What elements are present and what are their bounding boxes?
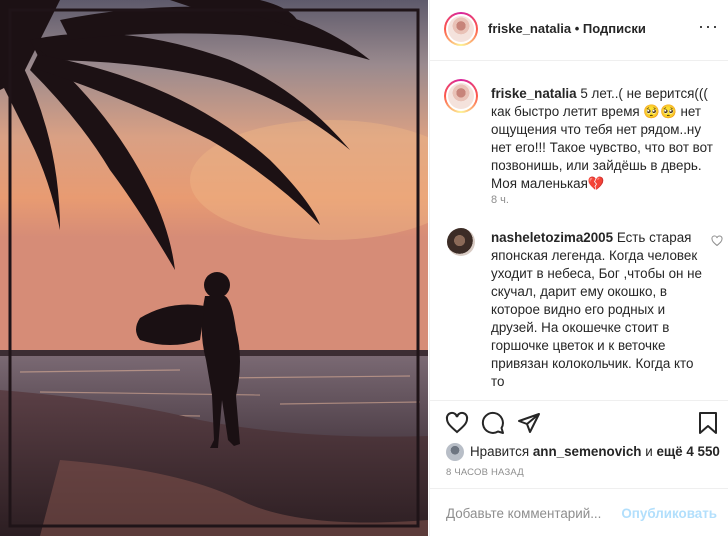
share-icon[interactable] (517, 411, 541, 435)
caption-avatar[interactable] (444, 79, 478, 113)
comment-icon[interactable] (481, 411, 505, 435)
post-photo[interactable] (0, 0, 428, 536)
comment-username[interactable]: nasheletozima2005 (491, 230, 613, 245)
action-bar: Нравится ann_semenovich и ещё 4 550 8 ЧА… (430, 400, 728, 487)
sunset-beach-image (0, 0, 428, 536)
more-options-icon[interactable]: ··· (698, 17, 719, 35)
others-likes-link[interactable]: ещё 4 550 (656, 444, 719, 459)
caption-body: 5 лет..( не верится((( как быстро летит … (491, 86, 713, 191)
post-timestamp[interactable]: 8 ЧАСОВ НАЗАД (446, 467, 524, 478)
liker-username[interactable]: ann_semenovich (533, 444, 642, 459)
author-avatar[interactable] (444, 12, 478, 46)
bookmark-icon[interactable] (696, 411, 720, 435)
author-username[interactable]: friske_natalia (488, 21, 571, 36)
likes-conj: и (645, 444, 653, 459)
publish-button[interactable]: Опубликовать (621, 506, 717, 521)
separator-dot: • (574, 21, 580, 36)
comment-body: Есть старая японская легенда. Когда чело… (491, 230, 702, 389)
likes-prefix: Нравится (470, 444, 530, 459)
post-panel: friske_natalia • Подписки ··· friske_nat… (429, 0, 728, 536)
post-header: friske_natalia • Подписки ··· (430, 0, 728, 61)
comment-text: nasheletozima2005 Есть старая японская л… (491, 229, 706, 391)
heart-icon[interactable] (445, 411, 469, 435)
header-user: friske_natalia • Подписки (488, 21, 646, 36)
following-button[interactable]: Подписки (583, 21, 646, 36)
comments-list[interactable]: friske_natalia 5 лет..( не верится((( ка… (430, 61, 728, 399)
comment-like-heart-icon[interactable] (711, 235, 723, 247)
commenter-avatar[interactable] (447, 228, 475, 256)
liker-avatar[interactable] (446, 443, 464, 461)
comment-composer: Опубликовать (430, 488, 728, 537)
likes-summary: Нравится ann_semenovich и ещё 4 550 (470, 444, 720, 459)
caption-time[interactable]: 8 ч. (491, 194, 509, 206)
caption-text: friske_natalia 5 лет..( не верится((( ка… (491, 85, 723, 193)
comment-input[interactable] (446, 503, 626, 523)
caption-username[interactable]: friske_natalia (491, 86, 577, 101)
